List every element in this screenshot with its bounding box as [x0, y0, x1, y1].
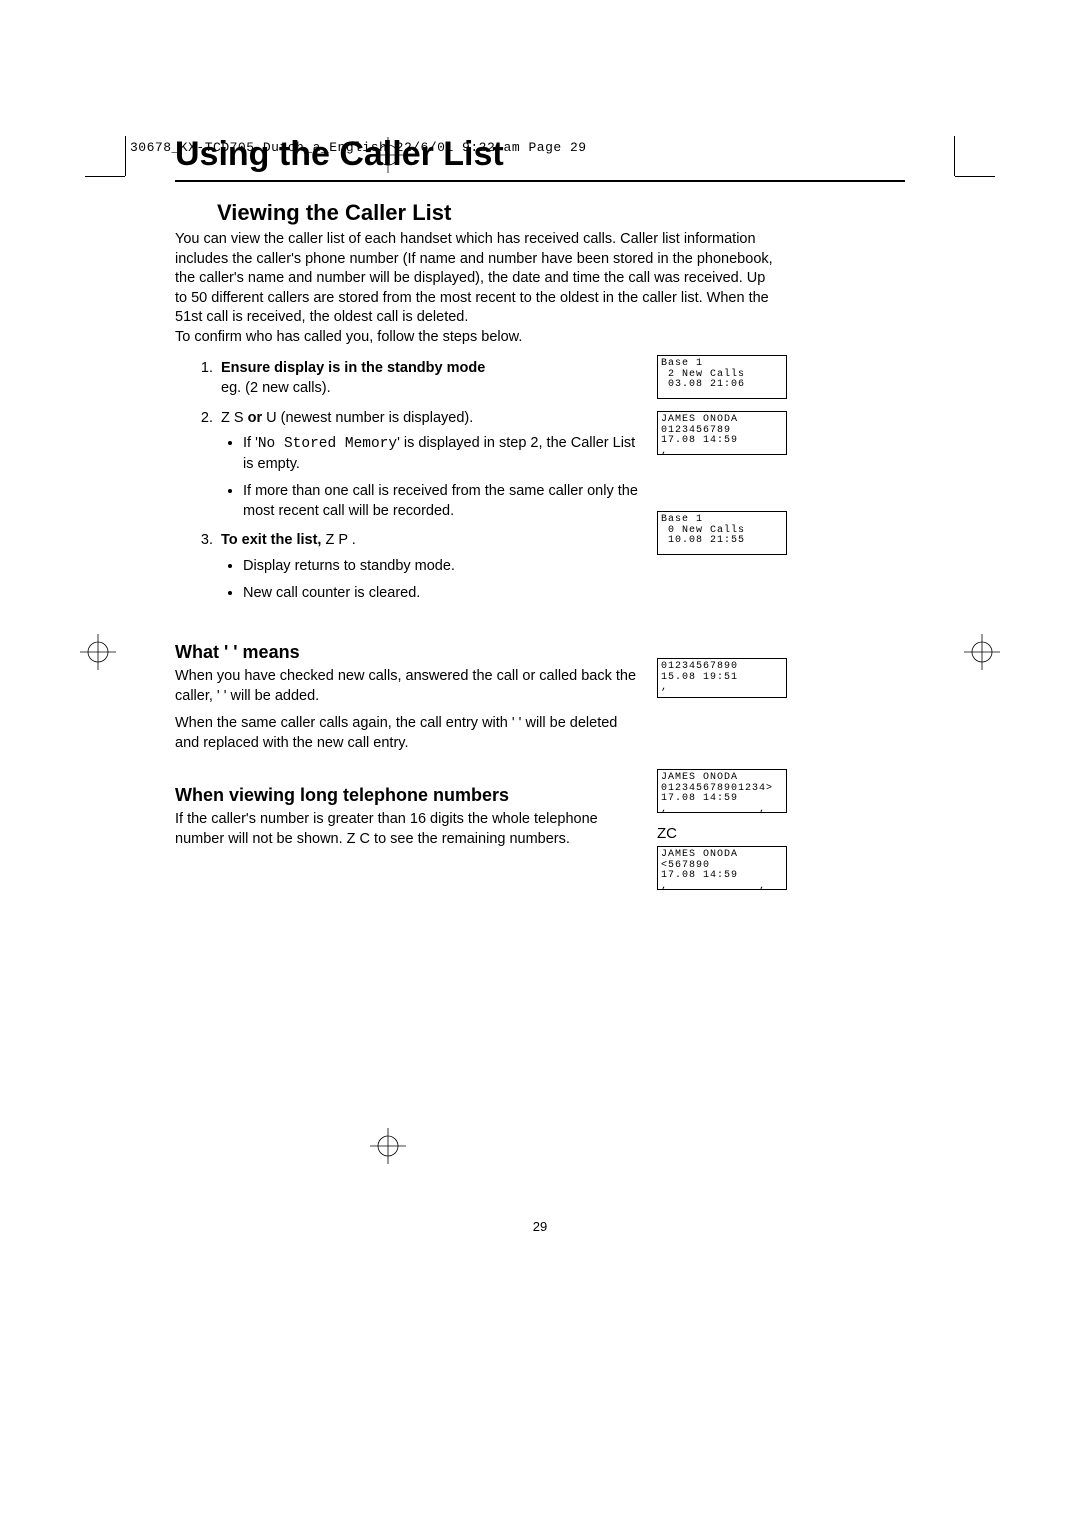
section-heading-viewing: Viewing the Caller List	[217, 200, 905, 226]
section-heading-long-numbers: When viewing long telephone numbers	[175, 785, 645, 806]
step-2: Z S or U (newest number is displayed). I…	[217, 409, 645, 522]
lcd-checkmark: 01234567890 15.08 19:51 ,	[657, 658, 787, 698]
step-3: To exit the list, Z P . Display returns …	[217, 531, 645, 604]
registration-mark-bottom	[370, 1128, 406, 1164]
step2-tail: U (newest number is displayed).	[266, 410, 473, 426]
what-means-para2: When the same caller calls again, the ca…	[175, 714, 645, 753]
registration-mark-left	[80, 634, 116, 670]
page-number: 29	[175, 1219, 905, 1234]
step3-bullet-2: New call counter is cleared.	[243, 584, 645, 604]
lcd-long-number-2: JAMES ONODA <567890 17.08 14:59 , ,	[657, 846, 787, 890]
step3-tail: Z P .	[321, 532, 355, 548]
step2-lead: Z S	[221, 410, 244, 426]
intro-paragraph: You can view the caller list of each han…	[175, 230, 775, 347]
registration-mark-right	[964, 634, 1000, 670]
long-numbers-para: If the caller's number is greater than 1…	[175, 810, 645, 849]
lcd-caller-entry: JAMES ONODA 0123456789 17.08 14:59 ,	[657, 411, 787, 455]
step1-sub: eg. (2 new calls).	[221, 380, 331, 396]
title-rule	[175, 180, 905, 182]
lcd-standby: Base 1 2 New Calls 03.08 21:06	[657, 355, 787, 399]
lcd-exit: Base 1 0 New Calls 10.08 21:55	[657, 511, 787, 555]
step3-bullet-1: Display returns to standby mode.	[243, 557, 645, 577]
step1-bold: Ensure display is in the standby mode	[221, 360, 485, 376]
lcd-long-number-1: JAMES ONODA 012345678901234> 17.08 14:59…	[657, 769, 787, 813]
section-heading-what-means: What ' ' means	[175, 642, 645, 663]
step2-bullet-1: If 'No Stored Memory' is displayed in st…	[243, 434, 645, 474]
zc-label: ZC	[657, 825, 807, 842]
no-stored-memory-text: No Stored Memory	[258, 436, 397, 452]
step3-bold: To exit the list,	[221, 532, 321, 548]
page-title: Using the Caller List	[175, 135, 905, 174]
step-1: Ensure display is in the standby mode eg…	[217, 359, 645, 398]
step2-or: or	[244, 410, 267, 426]
what-means-para1: When you have checked new calls, answere…	[175, 667, 645, 706]
step2-bullet-2: If more than one call is received from t…	[243, 482, 645, 521]
